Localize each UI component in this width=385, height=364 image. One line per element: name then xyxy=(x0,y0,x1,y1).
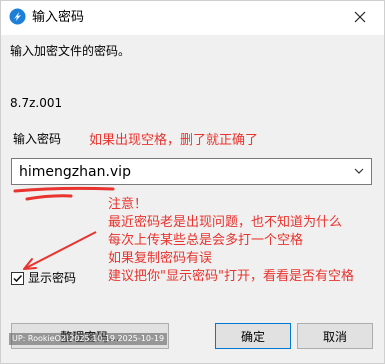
annotation-note-line: 建议把你"显示密码"打开，看看是否有空格 xyxy=(108,269,354,284)
show-password-checkbox[interactable] xyxy=(11,271,24,285)
annotation-underline xyxy=(13,186,115,193)
show-password-label[interactable]: 显示密码 xyxy=(28,271,76,286)
annotation-note-line: 注意！ xyxy=(108,197,148,212)
close-button[interactable] xyxy=(347,6,373,28)
password-dialog: 输入密码 输入加密文件的密码。 8.7z.001 输入密码 如果出现空格，删了就… xyxy=(0,0,385,364)
annotation-note-line: 每次上传某些总是会多打一个空格 xyxy=(108,233,304,248)
close-icon xyxy=(354,11,366,23)
password-label: 输入密码 xyxy=(13,132,62,146)
check-icon xyxy=(13,274,23,282)
cancel-button[interactable]: 取消 xyxy=(297,323,373,349)
title-bar: 输入密码 xyxy=(1,1,384,35)
file-name: 8.7z.001 xyxy=(10,96,63,110)
annotation-notes: 注意！ 最近密码老是出现问题，也不知道为什么 每次上传某些总是会多打一个空格 如… xyxy=(108,196,354,286)
annotation-top-note: 如果出现空格，删了就正确了 xyxy=(89,133,259,148)
instruction-text: 输入加密文件的密码。 xyxy=(10,44,131,58)
annotation-underline xyxy=(25,194,73,201)
annotation-arrow xyxy=(23,231,97,270)
annotation-note-line: 最近密码老是出现问题，也不知道为什么 xyxy=(108,215,343,230)
app-logo-icon xyxy=(9,8,26,25)
annotation-arrowhead xyxy=(23,258,37,270)
password-input[interactable]: himengzhan.vip xyxy=(19,164,131,181)
chevron-down-icon[interactable] xyxy=(352,164,366,178)
uploader-watermark: UP: RookieO2(2025.10.19 2025-10-19 xyxy=(9,333,168,345)
ok-button[interactable]: 确定 xyxy=(215,323,291,349)
annotation-note-line: 如果复制密码有误 xyxy=(108,251,213,266)
password-combobox[interactable]: himengzhan.vip xyxy=(11,158,372,185)
window-title: 输入密码 xyxy=(32,10,85,25)
show-password-checkbox-row[interactable]: 显示密码 xyxy=(11,270,76,286)
